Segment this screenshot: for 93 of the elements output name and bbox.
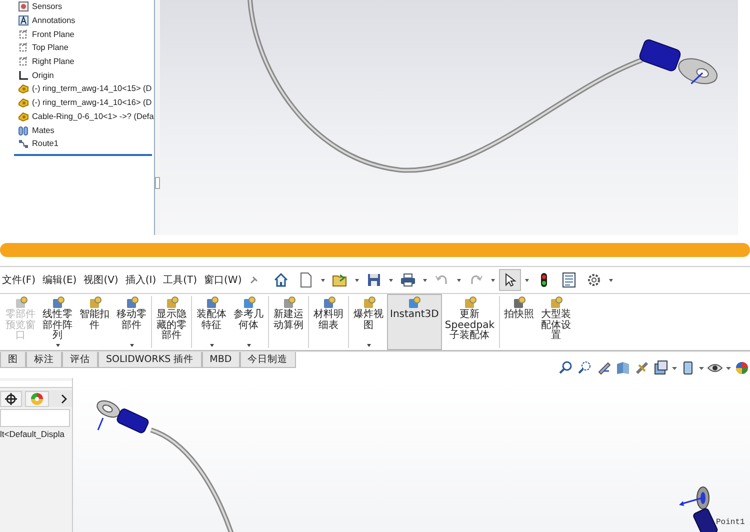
menu-item[interactable]: 插入(I) bbox=[125, 273, 156, 287]
properties-sheet-icon bbox=[560, 272, 577, 288]
tool-icon bbox=[322, 296, 336, 310]
ribbon-button[interactable]: 爆炸视图 bbox=[350, 294, 387, 350]
filter-field[interactable] bbox=[0, 409, 70, 427]
origin-icon bbox=[18, 70, 29, 81]
plane-icon bbox=[18, 42, 29, 54]
tool-icon bbox=[362, 296, 376, 310]
tab[interactable]: 标注 bbox=[26, 352, 62, 368]
crosshair-icon bbox=[5, 392, 17, 404]
section-view-icon[interactable] bbox=[615, 360, 631, 376]
sensor-icon bbox=[18, 1, 29, 12]
plane-icon bbox=[18, 56, 29, 68]
tool-icon bbox=[407, 296, 422, 310]
ribbon-button[interactable]: 显示隐藏的零部件 bbox=[153, 294, 190, 350]
caret-icon[interactable] bbox=[422, 277, 428, 283]
tool-icon bbox=[549, 296, 563, 310]
tool-icon bbox=[204, 296, 218, 310]
ribbon-button[interactable]: 装配体特征 bbox=[193, 294, 230, 350]
ribbon-button[interactable]: 参考几何体 bbox=[230, 294, 267, 350]
caret-icon[interactable] bbox=[456, 277, 462, 283]
caret-icon[interactable] bbox=[320, 277, 326, 283]
tab[interactable]: 评估 bbox=[62, 352, 98, 368]
tree-item[interactable]: Mates bbox=[32, 126, 54, 135]
caret-icon[interactable] bbox=[699, 366, 704, 370]
tree-item[interactable]: (-) ring_term_awg-14_10<16> (D bbox=[32, 98, 152, 108]
menu-item[interactable]: 视图(V) bbox=[84, 273, 118, 287]
part-icon bbox=[18, 110, 29, 122]
caret-icon[interactable] bbox=[490, 277, 496, 283]
route-icon bbox=[18, 138, 29, 150]
part-icon bbox=[18, 97, 29, 108]
part-icon bbox=[18, 83, 29, 94]
save-icon bbox=[366, 272, 382, 288]
ribbon-button[interactable]: 新建运动算例 bbox=[270, 294, 307, 350]
panel-collapse-handle[interactable] bbox=[155, 176, 160, 188]
tool-icon bbox=[88, 296, 102, 310]
zoom-area-icon[interactable] bbox=[577, 360, 593, 376]
menu-item[interactable]: 工具(T) bbox=[163, 273, 198, 287]
new-document-icon bbox=[298, 272, 314, 288]
tool-icon bbox=[124, 296, 138, 310]
point-label: Point1 bbox=[716, 518, 745, 527]
tool-icon bbox=[242, 296, 256, 310]
ribbon-button[interactable]: 材料明细表 bbox=[310, 294, 347, 350]
caret-icon[interactable] bbox=[354, 277, 360, 283]
annotation-icon bbox=[18, 15, 29, 26]
ribbon-button[interactable]: 大型装配体设置 bbox=[538, 294, 574, 350]
display-manager-tab[interactable] bbox=[25, 390, 49, 406]
pin-icon[interactable] bbox=[248, 275, 259, 285]
tool-icon bbox=[462, 296, 477, 310]
cursor-arrow-button[interactable] bbox=[498, 269, 521, 291]
ribbon-button[interactable]: 拍快照 bbox=[500, 294, 538, 350]
tool-icon bbox=[50, 296, 64, 310]
tree-item[interactable]: (-) ring_term_awg-14_10<15> (D bbox=[32, 84, 152, 94]
settings-icon bbox=[586, 272, 602, 288]
appearance-ball-icon[interactable] bbox=[734, 360, 750, 376]
open-folder-icon bbox=[332, 272, 348, 288]
configuration-name: lt<Default_Displa bbox=[0, 429, 66, 439]
chevron-right-icon bbox=[60, 394, 68, 404]
tree-item[interactable]: Right Plane bbox=[32, 57, 74, 66]
tree-item[interactable]: Sensors bbox=[32, 2, 62, 12]
tool-icon bbox=[282, 296, 296, 310]
caret-icon[interactable] bbox=[388, 277, 394, 283]
caret-icon[interactable] bbox=[672, 366, 677, 370]
printer-icon bbox=[400, 272, 416, 288]
tree-item[interactable]: Origin bbox=[32, 70, 54, 80]
caret-icon[interactable] bbox=[608, 277, 614, 283]
ribbon-button[interactable]: Instant3D bbox=[387, 294, 442, 350]
ribbon-button[interactable]: 移动零部件 bbox=[113, 294, 150, 350]
ribbon-button[interactable]: 线性零部件阵列 bbox=[39, 294, 76, 350]
tree-item[interactable]: Cable-Ring_0-6_10<1> ->? (Defa bbox=[32, 112, 154, 121]
tree-item[interactable]: Front Plane bbox=[32, 30, 74, 39]
caret-icon[interactable] bbox=[524, 277, 530, 283]
zoom-to-fit-icon[interactable] bbox=[558, 360, 574, 376]
menu-item[interactable]: 文件(F) bbox=[2, 273, 36, 287]
mates-icon bbox=[18, 124, 29, 136]
caret-icon[interactable] bbox=[726, 366, 731, 370]
tab[interactable]: 图 bbox=[0, 352, 26, 368]
display-style-icon[interactable] bbox=[653, 360, 669, 376]
tab[interactable]: MBD bbox=[202, 352, 240, 368]
home-icon bbox=[272, 272, 289, 288]
tree-item[interactable]: Annotations bbox=[32, 16, 76, 26]
tab[interactable]: 今日制造 bbox=[240, 352, 296, 368]
ribbon-button[interactable]: 更新Speedpak子装配体 bbox=[442, 294, 498, 350]
color-wheel-icon bbox=[30, 392, 44, 406]
tree-item[interactable]: Route1 bbox=[32, 139, 58, 148]
plane-icon bbox=[18, 28, 29, 40]
tool-icon bbox=[164, 296, 178, 310]
ribbon-button[interactable]: 智能扣件 bbox=[76, 294, 113, 350]
menu-item[interactable]: 编辑(E) bbox=[42, 273, 77, 287]
tree-item[interactable]: Top Plane bbox=[32, 43, 68, 52]
menu-item[interactable]: 窗口(W) bbox=[204, 273, 242, 287]
tab[interactable]: SOLIDWORKS 插件 bbox=[98, 352, 202, 368]
tool-icon bbox=[512, 296, 526, 310]
